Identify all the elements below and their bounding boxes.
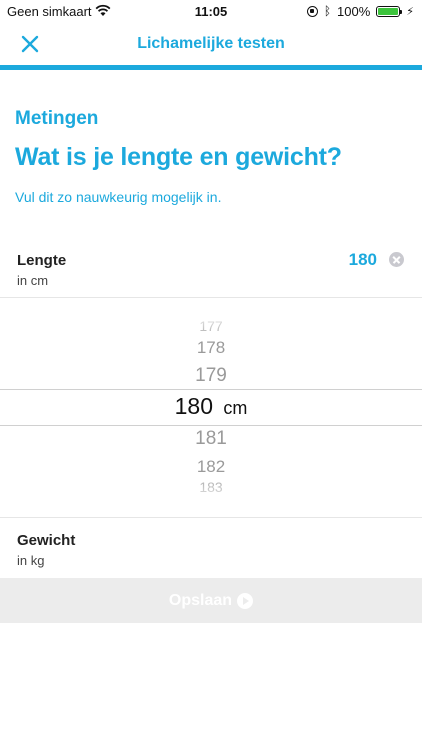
- picker-selected[interactable]: 180 cm: [0, 393, 422, 420]
- picker-item[interactable]: 177: [0, 318, 422, 334]
- picker-item[interactable]: 182: [0, 457, 422, 477]
- save-button[interactable]: Opslaan: [0, 578, 422, 623]
- picker-selection-line: [0, 425, 422, 426]
- play-circle-icon: [237, 592, 254, 609]
- picker-item[interactable]: 178: [0, 338, 422, 358]
- charging-icon: ⚡: [406, 5, 414, 18]
- length-value[interactable]: 180: [349, 250, 377, 270]
- picker-selection-line: [0, 389, 422, 390]
- clear-icon[interactable]: [389, 252, 404, 267]
- length-picker[interactable]: 177 178 179 180 cm 181 182 183: [0, 298, 422, 518]
- orientation-lock-icon: [306, 5, 318, 17]
- length-unit: in cm: [17, 273, 49, 288]
- picker-item[interactable]: 183: [0, 479, 422, 495]
- status-bar: Geen simkaart 11:05 ᛒ 100% ⚡: [0, 0, 422, 22]
- section-label: Metingen: [15, 108, 99, 129]
- divider: [0, 517, 422, 518]
- battery-icon: [376, 5, 403, 17]
- hint-text: Vul dit zo nauwkeurig mogelijk in.: [15, 189, 222, 205]
- save-label: Opslaan: [168, 591, 233, 609]
- progress-bar: [0, 65, 422, 70]
- nav-title: Lichamelijke testen: [137, 35, 285, 52]
- page-title: Wat is je lengte en gewicht?: [15, 143, 342, 171]
- picker-selected-value: 180: [174, 393, 213, 419]
- nav-bar: Lichamelijke testen: [0, 22, 422, 66]
- weight-label: Gewicht: [17, 532, 76, 549]
- picker-item[interactable]: 181: [0, 428, 422, 450]
- length-label: Lengte: [17, 252, 67, 269]
- bluetooth-icon: ᛒ: [323, 4, 332, 18]
- battery-percent: 100%: [337, 3, 371, 19]
- weight-unit: in kg: [17, 553, 45, 568]
- picker-item[interactable]: 179: [0, 365, 422, 387]
- status-right: ᛒ 100% ⚡: [306, 3, 414, 19]
- picker-selected-unit: cm: [223, 398, 248, 418]
